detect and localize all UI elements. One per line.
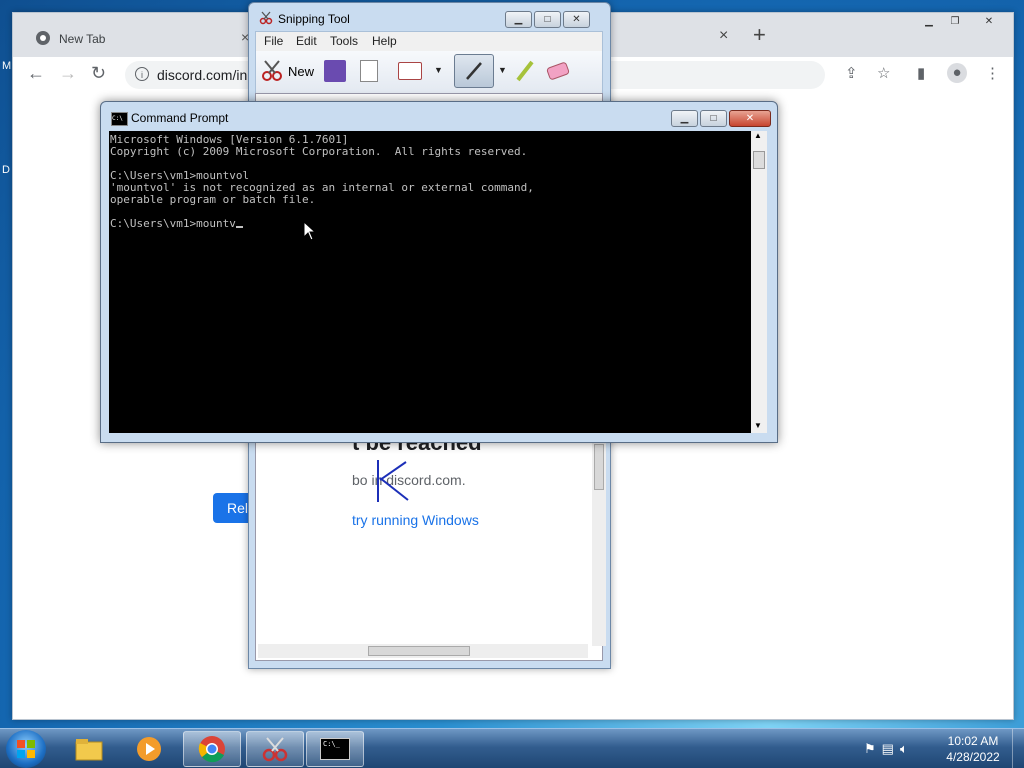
window-title: Command Prompt: [131, 111, 229, 125]
volume-icon[interactable]: 🔈︎: [900, 741, 908, 757]
taskbar-snipping-tool[interactable]: [246, 731, 304, 767]
console-line: Copyright (c) 2009 Microsoft Corporation…: [110, 145, 528, 158]
cmd-window-controls: ▁ □ ✕: [671, 110, 773, 130]
chrome-tab[interactable]: New Tab ×: [23, 21, 259, 57]
url-text[interactable]: discord.com/in: [157, 67, 247, 83]
start-button[interactable]: [6, 730, 46, 768]
pen-annotation-k: [377, 460, 409, 502]
new-tab-button[interactable]: +: [753, 22, 766, 48]
captured-link-text: try running Windows: [352, 512, 479, 528]
desktop-icon-label-fragment[interactable]: D: [2, 164, 10, 176]
scissors-icon: [259, 11, 273, 25]
desktop-icon-label-fragment[interactable]: M: [2, 60, 11, 72]
clock-date: 4/28/2022: [946, 750, 1000, 764]
taskbar: C:\_ ⚑ ▤ 🔈︎ 10:02 AM 4/28/2022: [0, 728, 1024, 768]
horizontal-scrollbar[interactable]: [258, 644, 588, 658]
menu-edit[interactable]: Edit: [296, 34, 317, 48]
share-icon[interactable]: ⇪: [845, 64, 858, 82]
network-icon[interactable]: ▤: [882, 741, 894, 757]
taskbar-explorer[interactable]: [60, 731, 118, 767]
info-icon[interactable]: i: [135, 67, 149, 81]
close-button[interactable]: ✕: [563, 11, 590, 28]
console-input-line[interactable]: C:\Users\vm1>mountv: [110, 217, 236, 230]
eraser-icon[interactable]: [544, 59, 572, 83]
taskbar-chrome[interactable]: [183, 731, 241, 767]
maximize-button[interactable]: □: [700, 110, 727, 127]
cmd-icon: C:\_: [320, 738, 350, 760]
minimize-button[interactable]: ▁: [505, 11, 532, 28]
send-snip-icon[interactable]: [398, 62, 422, 80]
mouse-pointer-icon: [303, 221, 317, 241]
maximize-button[interactable]: □: [534, 11, 561, 28]
scroll-up-icon[interactable]: ▲: [754, 131, 762, 140]
highlighter-icon[interactable]: [514, 58, 538, 84]
taskbar-command-prompt[interactable]: C:\_: [306, 731, 364, 767]
taskbar-media-player[interactable]: [120, 731, 178, 767]
close-button[interactable]: ✕: [969, 13, 1009, 29]
profile-avatar-icon[interactable]: ●: [947, 63, 967, 83]
action-center-flag-icon[interactable]: ⚑: [864, 741, 876, 757]
console-line: operable program or batch file.: [110, 193, 316, 206]
back-icon[interactable]: ←: [27, 63, 45, 84]
reload-icon[interactable]: ↻: [91, 63, 106, 84]
menu-tools[interactable]: Tools: [330, 34, 358, 48]
new-snip-button[interactable]: New: [288, 64, 314, 79]
scrollbar-thumb[interactable]: [594, 444, 604, 490]
pen-tool-button[interactable]: [454, 54, 494, 88]
snipping-toolbar: New ▼ ▼: [255, 51, 603, 94]
show-desktop-button[interactable]: [1012, 729, 1024, 768]
bookmark-star-icon[interactable]: ☆: [877, 64, 890, 82]
chrome-favicon-icon: [36, 31, 50, 45]
chrome-window-controls: ▁ ❐ ✕: [917, 13, 1011, 33]
vertical-scrollbar[interactable]: [592, 434, 606, 646]
media-player-icon: [137, 737, 161, 761]
folder-icon: [75, 739, 103, 761]
send-dropdown-chevron-icon[interactable]: ▼: [434, 65, 443, 75]
side-panel-icon[interactable]: ▮: [917, 64, 925, 82]
tab-title: New Tab: [59, 32, 106, 46]
clock[interactable]: 10:02 AM 4/28/2022: [940, 733, 1006, 765]
vertical-scrollbar[interactable]: ▲ ▼: [751, 131, 767, 433]
copy-icon[interactable]: [360, 60, 378, 82]
clock-time: 10:02 AM: [947, 734, 999, 748]
restore-button[interactable]: ❐: [943, 13, 967, 29]
system-tray: ⚑ ▤ 🔈︎: [864, 741, 908, 757]
save-icon[interactable]: [324, 60, 346, 82]
scroll-down-icon[interactable]: ▼: [754, 421, 762, 430]
windows-logo-icon: [17, 740, 35, 758]
console-text: Microsoft Windows [Version 6.1.7601] Cop…: [110, 134, 534, 230]
window-title: Snipping Tool: [278, 12, 350, 26]
new-snip-scissors-icon: [262, 60, 282, 81]
snipping-window-controls: ▁ □ ✕: [505, 11, 592, 31]
menu-bar: File Edit Tools Help: [255, 31, 603, 52]
console-output[interactable]: Microsoft Windows [Version 6.1.7601] Cop…: [109, 131, 751, 433]
forward-icon[interactable]: →: [59, 63, 77, 84]
scrollbar-thumb[interactable]: [753, 151, 765, 169]
minimize-button[interactable]: ▁: [671, 110, 698, 127]
text-cursor: [235, 226, 243, 228]
command-prompt-window: C:\ Command Prompt ▁ □ ✕ Microsoft Windo…: [100, 101, 778, 443]
close-button[interactable]: ✕: [729, 110, 771, 127]
scrollbar-thumb[interactable]: [368, 646, 470, 656]
tab-close-icon[interactable]: ×: [719, 27, 728, 45]
scissors-icon: [262, 737, 288, 762]
menu-kebab-icon[interactable]: ⋮: [985, 64, 1000, 82]
menu-help[interactable]: Help: [372, 34, 397, 48]
pen-dropdown-chevron-icon[interactable]: ▼: [498, 65, 507, 75]
menu-file[interactable]: File: [264, 34, 283, 48]
minimize-button[interactable]: ▁: [917, 13, 941, 29]
chrome-icon: [198, 736, 225, 763]
cmd-icon: C:\: [111, 112, 128, 126]
pen-icon: [466, 62, 482, 80]
